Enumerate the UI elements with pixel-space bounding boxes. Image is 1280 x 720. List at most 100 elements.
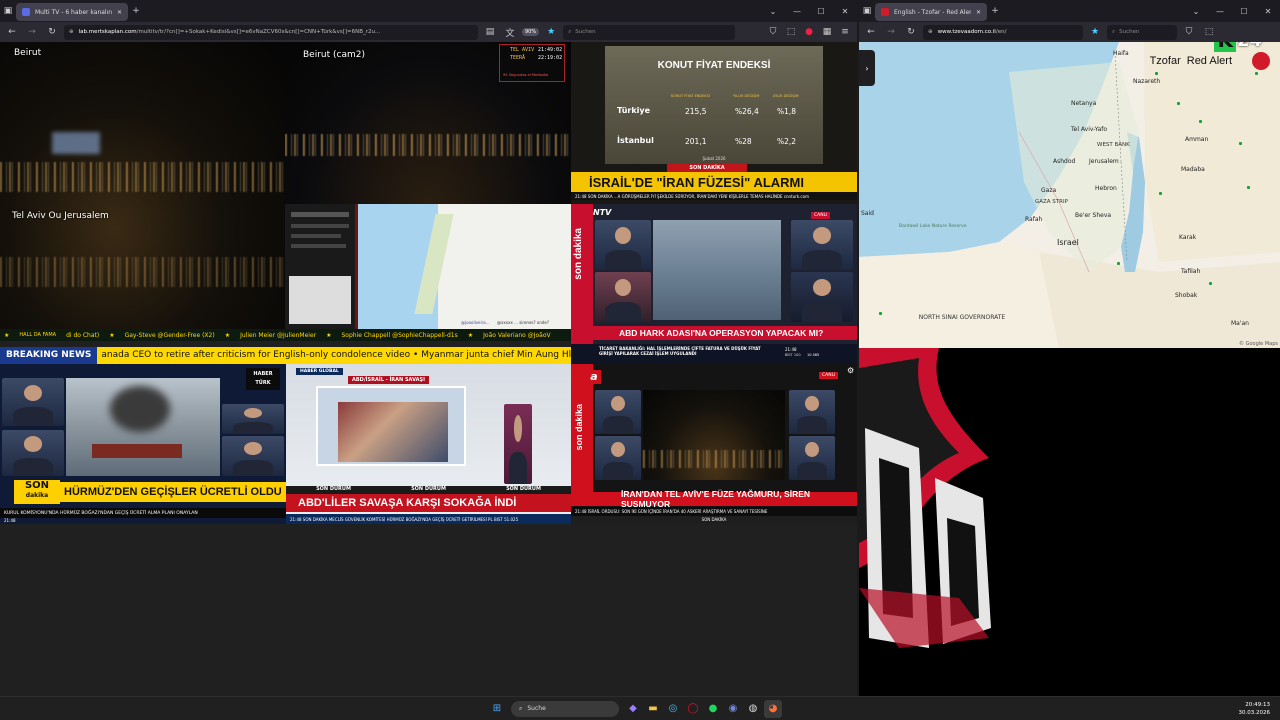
search-bar[interactable]: ⌕ Suchen: [1107, 24, 1177, 40]
close-window-icon[interactable]: ✕: [833, 7, 857, 16]
map-city-label: Be'er Sheva: [1075, 212, 1112, 219]
spotify-icon[interactable]: ●: [704, 700, 722, 718]
topic-badge: ABD/İSRAİL - İRAN SAVAŞI: [348, 376, 429, 384]
firefox-icon[interactable]: ◕: [764, 699, 782, 718]
tab-list-icon[interactable]: ⌄: [1184, 7, 1208, 16]
copilot-icon[interactable]: ◆: [624, 700, 642, 718]
center-video-feed: [653, 220, 781, 320]
shield-icon[interactable]: ⛉: [1181, 24, 1197, 40]
settings-gear-icon[interactable]: ⚙: [847, 366, 854, 375]
reload-icon[interactable]: ↻: [44, 24, 60, 40]
taskbar-apps: ⊞ ⌕ Suche ◆ ▬ ◎ ◯ ● ◉ ◍ ◕: [487, 699, 783, 718]
map-city-label: Ashdod: [1053, 158, 1076, 165]
back-icon[interactable]: ←: [4, 24, 20, 40]
map-alert-marker[interactable]: [1177, 102, 1180, 105]
map-city-label: Tel Aviv-Yafo: [1071, 126, 1108, 133]
panelist-video: [222, 404, 284, 434]
map-alert-marker[interactable]: [1255, 72, 1258, 75]
multitv-page: Beirut Tel Aviv Ou Jerusalem Beirut (cam…: [0, 42, 857, 696]
extensions-icon[interactable]: ⬚: [1201, 24, 1217, 40]
haberturk-logo: HABER TÜRK: [246, 368, 280, 390]
map-alert-marker[interactable]: [1247, 186, 1250, 189]
close-tab-icon[interactable]: ✕: [976, 9, 981, 16]
page-info-icon[interactable]: ⊕: [69, 29, 74, 35]
search-bar[interactable]: ⌕ Suchen: [563, 24, 736, 40]
son-durum-strip: SON DURUM SON DURUM SON DURUM: [286, 486, 571, 494]
mascot-art: [859, 348, 991, 648]
tab-title: Multi TV - 6 haber kanalını...: [35, 8, 112, 16]
tab-overview-icon[interactable]: ▣: [859, 3, 875, 19]
obs-icon[interactable]: ◍: [744, 700, 762, 718]
tab-overview-icon[interactable]: ▣: [0, 3, 16, 19]
back-icon[interactable]: ←: [863, 24, 879, 40]
new-tab-icon[interactable]: +: [128, 3, 144, 19]
edge-browser-icon[interactable]: ◎: [664, 700, 682, 718]
video-tile-ntv[interactable]: son dakika NTV CANLI ABD HARK ADASI'NA O…: [571, 204, 857, 364]
maximize-icon[interactable]: ☐: [809, 7, 833, 16]
map-shapes: [859, 42, 1280, 348]
file-explorer-icon[interactable]: ▬: [644, 700, 662, 718]
system-clock[interactable]: 20:49:13 30.03.2026: [1239, 701, 1271, 717]
bookmark-star-icon[interactable]: ★: [543, 24, 559, 40]
maximize-icon[interactable]: ☐: [1232, 7, 1256, 16]
reload-icon[interactable]: ↻: [903, 24, 919, 40]
video-tile-haberglobal[interactable]: HABER GLOBAL ABD/İSRAİL - İRAN SAVAŞI SO…: [286, 364, 571, 524]
map-region-label: WEST BANK: [1097, 142, 1130, 148]
opera-browser-icon[interactable]: ◯: [684, 700, 702, 718]
shield-icon[interactable]: ⛉: [765, 24, 781, 40]
video-tile-ahaber[interactable]: son dakika a CANLI ⚙ İRAN'DAN TEL AVİV'E…: [571, 364, 857, 524]
url-bar[interactable]: ⊕ www.tzevaadom.co.il/en/: [923, 24, 1083, 40]
page-info-icon[interactable]: ⊕: [928, 29, 933, 35]
tab-multitv[interactable]: Multi TV - 6 haber kanalını... ✕: [16, 3, 128, 21]
forward-icon[interactable]: →: [24, 24, 40, 40]
city-lights: [0, 162, 285, 192]
browser-window-tzofar: ▣ English - Tzofar - Red Alert ✕ + ⌄ — ☐…: [859, 0, 1280, 696]
ublock-icon[interactable]: ●: [801, 24, 817, 40]
video-tile-screen-map[interactable]: @joaoliveira... @xxxxx ... sirenes? onde…: [285, 204, 571, 329]
map-alert-marker[interactable]: [1117, 262, 1120, 265]
minimize-icon[interactable]: —: [785, 7, 809, 16]
tile-label: Beirut (cam2): [303, 50, 365, 60]
map-alert-marker[interactable]: [1159, 192, 1162, 195]
start-menu-icon[interactable]: ⊞: [488, 700, 506, 718]
clock-tag: 95 Segundos al Mediodía: [503, 73, 549, 77]
city-lights-lower: [0, 257, 285, 287]
map-alert-marker[interactable]: [1239, 142, 1242, 145]
taskbar-search[interactable]: ⌕ Suche: [511, 700, 619, 717]
konut-graphic: KONUT FİYAT ENDEKSİ KONUT FİYAT ENDEKSİ …: [605, 46, 823, 164]
anchor-video: [2, 378, 64, 426]
map-alert-marker[interactable]: [1199, 120, 1202, 123]
reader-view-icon[interactable]: ▤: [482, 24, 498, 40]
alert-map[interactable]: Haifa Nazareth Netanya Tel Aviv-Yafo Jer…: [859, 42, 1280, 348]
translate-icon[interactable]: 文: [502, 24, 518, 40]
red-alert-logo-icon: [1252, 52, 1270, 70]
son-dakika-sidebar: son dakika: [571, 204, 593, 346]
new-tab-icon[interactable]: +: [987, 3, 1003, 19]
map-country-label: Israel: [1057, 238, 1079, 247]
close-tab-icon[interactable]: ✕: [117, 9, 122, 16]
menu-icon[interactable]: ≡: [837, 24, 853, 40]
ticker-star-icon: ★: [4, 331, 10, 339]
video-tile-beirut-cam2[interactable]: Beirut (cam2) TEL AVIV 21:49:02 TEERĀ 22…: [285, 42, 571, 204]
map-alert-marker[interactable]: [879, 312, 882, 315]
discord-icon[interactable]: ◉: [724, 700, 742, 718]
tab-tzofar[interactable]: English - Tzofar - Red Alert ✕: [875, 3, 987, 21]
close-window-icon[interactable]: ✕: [1256, 7, 1280, 16]
video-tile-beirut[interactable]: Beirut Tel Aviv Ou Jerusalem: [0, 42, 285, 329]
bookmark-star-icon[interactable]: ★: [1087, 24, 1103, 40]
map-alert-marker[interactable]: [1155, 72, 1158, 75]
tab-list-icon[interactable]: ⌄: [761, 7, 785, 16]
url-bar[interactable]: ⊕ lab.mertskaplan.com/multitv/tr/?cn[]=+…: [64, 24, 478, 40]
video-tile-haberturk[interactable]: HABER TÜRK SON dakika HÜRMÜZ'DEN GEÇİŞLE…: [0, 364, 286, 524]
zoom-level-badge[interactable]: 90%: [522, 28, 540, 36]
container-icon[interactable]: ▦: [819, 24, 835, 40]
video-tile-cnnturk[interactable]: KONUT FİYAT ENDEKSİ KONUT FİYAT ENDEKSİ …: [571, 42, 857, 204]
minimize-icon[interactable]: —: [1208, 7, 1232, 16]
extensions-icon[interactable]: ⬚: [783, 24, 799, 40]
headline-bar: İRAN'DAN TEL AVİV'E FÜZE YAĞMURU, SİREN …: [571, 489, 857, 509]
map-city-label: Said: [861, 210, 874, 217]
forward-icon[interactable]: →: [883, 24, 899, 40]
map-city-label: Netanya: [1071, 100, 1097, 107]
map-alert-marker[interactable]: [1209, 282, 1212, 285]
sidebar-toggle-button[interactable]: ›: [859, 50, 875, 86]
